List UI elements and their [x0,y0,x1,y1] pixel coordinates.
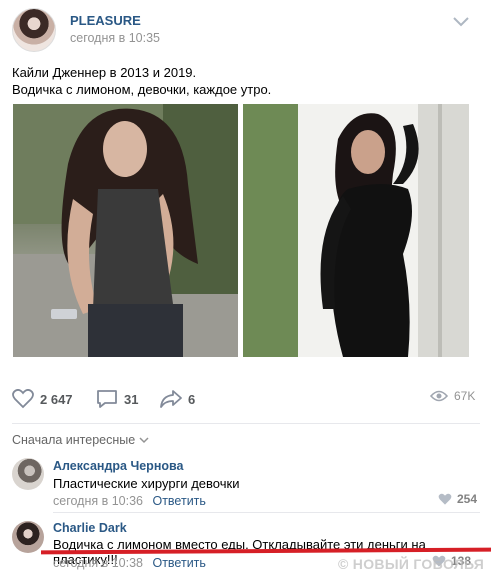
comments-sort-label: Сначала интересные [12,433,136,447]
eye-icon [430,390,448,402]
reply-button[interactable]: Ответить [152,494,205,508]
watermark: © НОВЫЙ ГОБОЛЬЯ [338,556,485,572]
heart-icon [12,389,34,409]
views-counter: 67K [430,389,475,403]
avatar[interactable] [12,458,44,490]
share-count: 6 [188,391,196,407]
post-text-line: Кайли Дженнер в 2013 и 2019. [12,65,197,80]
comment-icon [97,390,117,408]
post-text-line: Водичка с лимоном, девочки, каждое утро. [12,82,272,97]
post-author[interactable]: PLEASURE [70,13,141,28]
photo-2013-illustration [13,104,238,357]
share-button[interactable]: 6 [160,389,195,409]
photo-2019-illustration [243,104,469,357]
comment-time[interactable]: сегодня в 10:36 [53,494,143,508]
comment-like-count: 254 [457,492,478,506]
photo-2019[interactable] [243,104,469,357]
like-button[interactable]: 2 647 [12,389,73,409]
comment-author[interactable]: Александра Чернова [53,459,183,473]
comment-separator [53,512,480,513]
post-text: Кайли Дженнер в 2013 и 2019. Водичка с л… [12,64,482,98]
heart-icon [438,493,452,505]
comment-like-button[interactable]: 254 [438,492,477,506]
post-card: PLEASURE сегодня в 10:35 Кайли Дженнер в… [0,0,492,575]
chevron-down-icon [139,437,149,444]
comment-time[interactable]: сегодня в 10:38 [53,556,143,570]
divider [12,423,480,424]
comment-meta: сегодня в 10:38 Ответить [53,556,206,570]
comment-count: 31 [124,391,139,407]
comments-sort[interactable]: Сначала интересные [12,433,149,447]
comment-meta: сегодня в 10:36 Ответить [53,494,206,508]
comment-author[interactable]: Charlie Dark [53,521,127,535]
comment-button[interactable]: 31 [96,389,138,409]
photo-2013[interactable] [13,104,238,357]
share-icon [160,390,182,408]
reply-button[interactable]: Ответить [152,556,205,570]
comment-text: Пластические хирурги девочки [53,476,240,491]
chevron-down-icon[interactable] [452,15,470,29]
post-time[interactable]: сегодня в 10:35 [70,31,160,45]
community-avatar[interactable] [12,8,56,52]
avatar[interactable] [12,521,44,553]
like-count: 2 647 [40,391,73,407]
views-count: 67K [454,389,476,403]
